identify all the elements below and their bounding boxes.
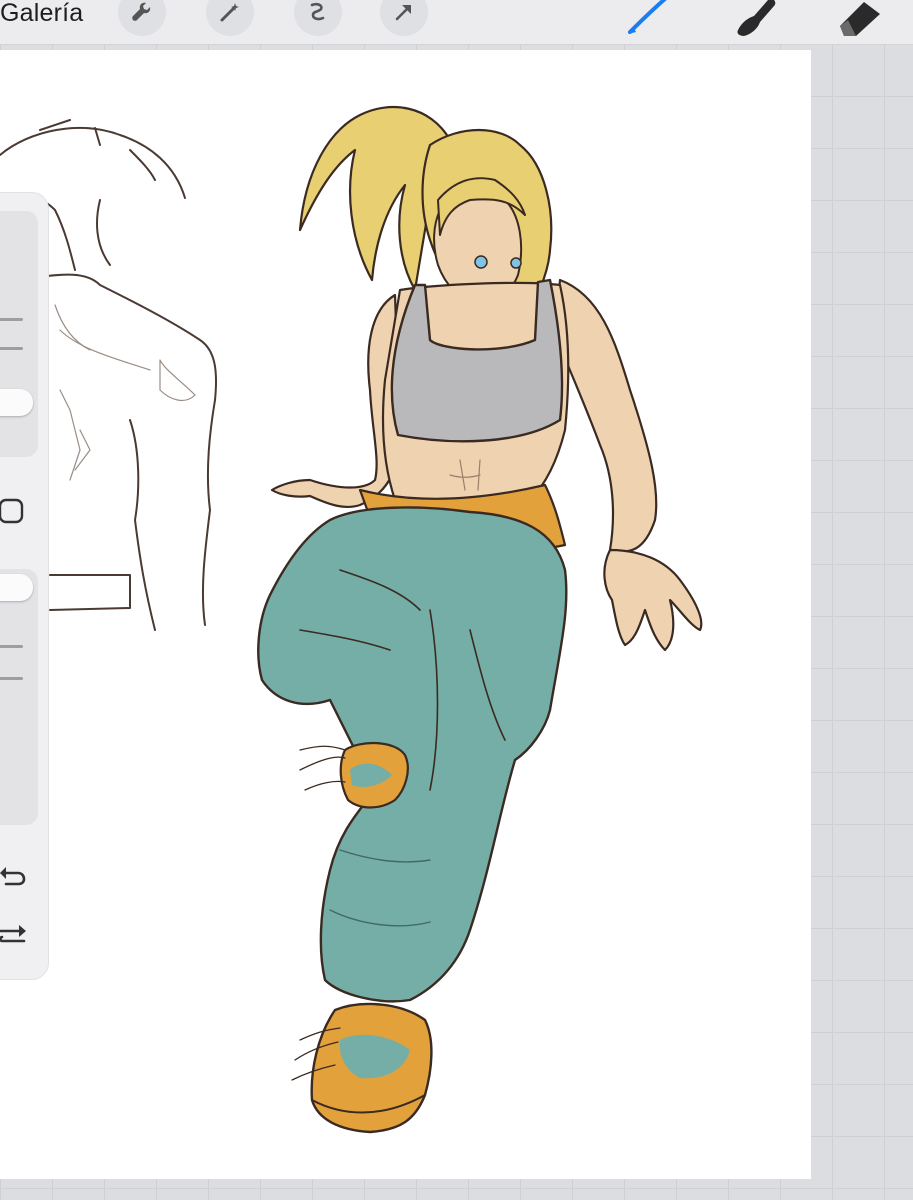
selection-icon[interactable] <box>294 0 342 36</box>
brush-size-thumb[interactable] <box>0 389 33 416</box>
transform-arrow-icon[interactable] <box>380 0 428 36</box>
slider-tick <box>0 677 23 680</box>
pants <box>257 506 568 1003</box>
left-sidebar <box>0 193 48 979</box>
opacity-thumb[interactable] <box>0 574 33 601</box>
slider-tick <box>0 318 23 321</box>
drawing-canvas[interactable] <box>0 50 811 1179</box>
undo-icon[interactable] <box>0 863 26 892</box>
brush-size-slider[interactable] <box>0 211 38 457</box>
brush-icon[interactable] <box>626 0 672 38</box>
arm-left <box>270 293 402 509</box>
artwork <box>0 105 703 1134</box>
eye-right <box>510 257 522 269</box>
top-toolbar: Galería <box>0 0 913 45</box>
eraser-icon[interactable] <box>836 0 882 38</box>
opacity-slider[interactable] <box>0 569 38 825</box>
slider-tick <box>0 347 23 350</box>
hand-right <box>603 548 703 652</box>
modify-square-icon[interactable] <box>0 498 26 531</box>
smudge-icon[interactable] <box>732 0 778 38</box>
redo-icon[interactable] <box>0 923 26 952</box>
slider-tick <box>0 645 23 648</box>
magic-wand-icon[interactable] <box>206 0 254 36</box>
arm-right <box>553 278 658 553</box>
eye-left <box>474 255 488 269</box>
wrench-icon[interactable] <box>118 0 166 36</box>
gallery-button[interactable]: Galería <box>0 0 83 26</box>
